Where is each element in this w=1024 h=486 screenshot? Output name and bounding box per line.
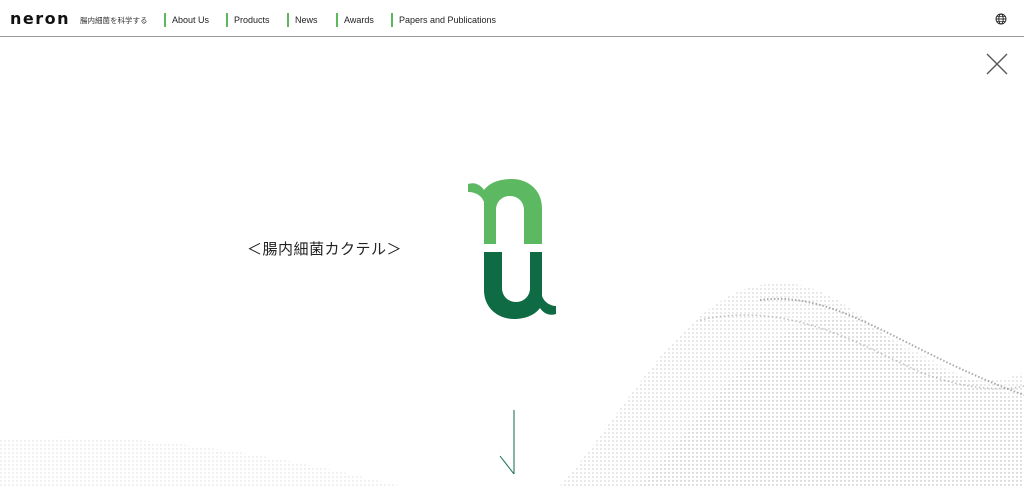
site-tagline: 腸内細菌を科学する (80, 16, 148, 25)
nu-logo-icon (468, 179, 556, 319)
nav-news[interactable]: News (287, 13, 318, 27)
site-logo[interactable]: neron (10, 11, 70, 27)
nav-awards[interactable]: Awards (336, 13, 374, 27)
site-header: neron 腸内細菌を科学する About Us Products News A… (0, 0, 1024, 37)
nav-papers-and-publications[interactable]: Papers and Publications (391, 13, 496, 27)
page: neron 腸内細菌を科学する About Us Products News A… (0, 0, 1024, 486)
nav-about-us[interactable]: About Us (164, 13, 209, 27)
nav-products[interactable]: Products (226, 13, 270, 27)
close-icon[interactable] (986, 53, 1008, 75)
product-title: ＜腸内細菌カクテル＞ (247, 240, 403, 258)
scroll-down-arrow-icon[interactable] (497, 408, 519, 478)
globe-icon[interactable] (995, 13, 1007, 25)
